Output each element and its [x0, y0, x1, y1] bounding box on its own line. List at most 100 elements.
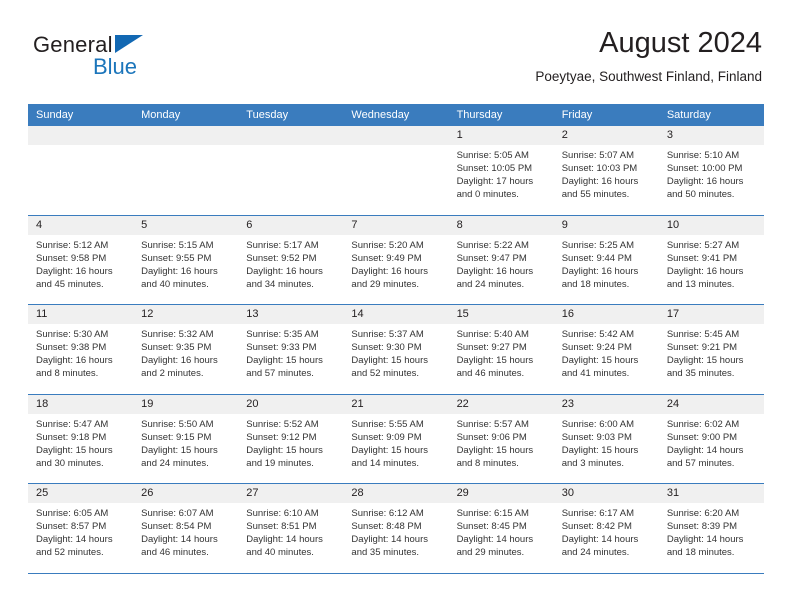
- daylight-text-line1: Daylight: 15 hours: [561, 355, 639, 367]
- day-cell[interactable]: 31 Sunrise: 6:20 AM Sunset: 8:39 PM Dayligh…: [658, 484, 764, 573]
- day-details: Sunrise: 5:55 AM Sunset: 9:09 PM Daylight:…: [343, 414, 448, 470]
- sunrise-text: Sunrise: 5:12 AM: [36, 239, 109, 251]
- daylight-text-line2: and 35 minutes.: [351, 547, 420, 559]
- day-cell[interactable]: 15 Sunrise: 5:40 AM Sunset: 9:27 PM Dayligh…: [448, 305, 554, 394]
- day-number: 22: [448, 394, 554, 414]
- day-number: 30: [553, 484, 659, 503]
- day-cell[interactable]: 21 Sunrise: 5:55 AM Sunset: 9:09 PM Dayligh…: [343, 394, 449, 484]
- day-details: Sunrise: 5:40 AM Sunset: 9:27 PM Daylight:…: [449, 324, 554, 380]
- day-cell[interactable]: 17 Sunrise: 5:45 AM Sunset: 9:21 PM Dayligh…: [658, 305, 764, 394]
- day-cell[interactable]: 13 Sunrise: 5:35 AM Sunset: 9:33 PM Dayligh…: [238, 305, 344, 394]
- logo-triangle-icon: [115, 35, 143, 53]
- day-cell[interactable]: 22 Sunrise: 5:57 AM Sunset: 9:06 PM Dayligh…: [448, 394, 554, 484]
- sunset-text: Sunset: 9:18 PM: [36, 431, 107, 443]
- day-number: 7: [343, 215, 449, 235]
- weekday-header-saturday: Saturday: [666, 109, 711, 121]
- day-cell[interactable]: 6 Sunrise: 5:17 AM Sunset: 9:52 PM Daylight…: [238, 215, 344, 305]
- sunrise-text: Sunrise: 5:52 AM: [246, 418, 319, 430]
- week-row: 18 Sunrise: 5:47 AM Sunset: 9:18 PM Dayligh…: [28, 394, 764, 484]
- sunrise-text: Sunrise: 6:10 AM: [246, 508, 319, 519]
- day-cell[interactable]: 26 Sunrise: 6:07 AM Sunset: 8:54 PM Dayligh…: [133, 484, 239, 573]
- day-cell[interactable]: 18 Sunrise: 5:47 AM Sunset: 9:18 PM Dayligh…: [28, 394, 134, 484]
- day-details: Sunrise: 5:12 AM Sunset: 9:58 PM Daylight:…: [28, 235, 133, 291]
- day-number: [343, 126, 449, 145]
- day-cell[interactable]: 5 Sunrise: 5:15 AM Sunset: 9:55 PM Daylight…: [133, 215, 239, 305]
- day-number: 28: [343, 484, 449, 503]
- day-cell[interactable]: 12 Sunrise: 5:32 AM Sunset: 9:35 PM Dayligh…: [133, 305, 239, 394]
- day-cell[interactable]: 16 Sunrise: 5:42 AM Sunset: 9:24 PM Dayligh…: [553, 305, 659, 394]
- day-cell[interactable]: 3 Sunrise: 5:10 AM Sunset: 10:00 PM Dayligh…: [658, 126, 764, 215]
- sunset-text: Sunset: 9:21 PM: [666, 342, 738, 354]
- day-number: 8: [448, 215, 554, 235]
- daylight-text-line1: Daylight: 16 hours: [666, 265, 744, 277]
- day-cell[interactable]: 19 Sunrise: 5:50 AM Sunset: 9:15 PM Dayligh…: [133, 394, 239, 484]
- day-cell[interactable]: 25 Sunrise: 6:05 AM Sunset: 8:57 PM Dayligh…: [28, 484, 134, 573]
- day-cell[interactable]: 14 Sunrise: 5:37 AM Sunset: 9:30 PM Dayligh…: [343, 305, 449, 394]
- sunrise-text: Sunrise: 5:25 AM: [561, 239, 635, 251]
- day-cell[interactable]: 27 Sunrise: 6:10 AM Sunset: 8:51 PM Dayligh…: [238, 484, 344, 573]
- day-cell[interactable]: 30 Sunrise: 6:17 AM Sunset: 8:42 PM Dayligh…: [553, 484, 659, 573]
- general-blue-logo[interactable]: General Blue: [33, 32, 193, 88]
- day-cell[interactable]: 28 Sunrise: 6:12 AM Sunset: 8:48 PM Dayligh…: [343, 484, 449, 573]
- sunrise-text: Sunrise: 6:17 AM: [561, 508, 635, 519]
- daylight-text-line2: and 29 minutes.: [456, 547, 525, 559]
- daylight-text-line2: and 24 minutes.: [561, 547, 630, 559]
- day-details: Sunrise: 6:00 AM Sunset: 9:03 PM Daylight:…: [554, 414, 659, 470]
- sunset-text: Sunset: 9:24 PM: [561, 342, 632, 354]
- page-title: August 2024: [599, 27, 762, 59]
- daylight-text-line1: Daylight: 16 hours: [456, 265, 534, 277]
- daylight-text-line2: and 8 minutes.: [456, 457, 519, 469]
- day-cell[interactable]: 8 Sunrise: 5:22 AM Sunset: 9:47 PM Daylight…: [448, 215, 554, 305]
- daylight-text-line1: Daylight: 16 hours: [36, 355, 113, 367]
- day-details: Sunrise: 5:47 AM Sunset: 9:18 PM Daylight:…: [28, 414, 133, 470]
- daylight-text-line2: and 18 minutes.: [561, 278, 630, 290]
- day-details: Sunrise: 5:10 AM Sunset: 10:00 PM Daylight…: [659, 145, 764, 201]
- weekday-header-tuesday: Tuesday: [246, 109, 289, 121]
- sunset-text: Sunset: 8:45 PM: [456, 521, 527, 533]
- day-number: 21: [343, 394, 449, 414]
- day-cell[interactable]: 1 Sunrise: 5:05 AM Sunset: 10:05 PM Dayligh…: [448, 126, 554, 215]
- sunrise-text: Sunrise: 5:10 AM: [666, 150, 740, 161]
- daylight-text-line1: Daylight: 16 hours: [561, 176, 639, 188]
- day-cell[interactable]: 9 Sunrise: 5:25 AM Sunset: 9:44 PM Daylight…: [553, 215, 659, 305]
- day-number: 26: [133, 484, 239, 503]
- daylight-text-line1: Daylight: 16 hours: [141, 355, 218, 367]
- day-details: Sunrise: 5:20 AM Sunset: 9:49 PM Daylight:…: [343, 235, 448, 291]
- day-cell[interactable]: 2 Sunrise: 5:07 AM Sunset: 10:03 PM Dayligh…: [553, 126, 659, 215]
- sunrise-text: Sunrise: 5:20 AM: [351, 239, 424, 251]
- day-number: 13: [238, 305, 344, 324]
- sunset-text: Sunset: 10:05 PM: [456, 163, 533, 175]
- day-cell[interactable]: 29 Sunrise: 6:15 AM Sunset: 8:45 PM Dayligh…: [448, 484, 554, 573]
- daylight-text-line1: Daylight: 14 hours: [456, 534, 534, 546]
- daylight-text-line1: Daylight: 14 hours: [561, 534, 639, 546]
- day-number: 23: [553, 394, 659, 414]
- daylight-text-line2: and 3 minutes.: [561, 457, 625, 469]
- sunset-text: Sunset: 9:35 PM: [141, 342, 212, 354]
- sunset-text: Sunset: 9:55 PM: [141, 252, 212, 264]
- sunrise-text: Sunrise: 5:50 AM: [141, 418, 214, 430]
- daylight-text-line1: Daylight: 15 hours: [351, 444, 428, 456]
- sunrise-text: Sunrise: 6:15 AM: [456, 508, 529, 519]
- daylight-text-line1: Daylight: 14 hours: [141, 534, 218, 546]
- day-cell[interactable]: 20 Sunrise: 5:52 AM Sunset: 9:12 PM Dayligh…: [238, 394, 344, 484]
- sunrise-text: Sunrise: 5:27 AM: [666, 239, 740, 251]
- sunrise-text: Sunrise: 5:37 AM: [351, 329, 424, 340]
- day-number: 16: [553, 305, 659, 324]
- sunrise-text: Sunrise: 5:30 AM: [36, 329, 109, 340]
- day-cell[interactable]: 7 Sunrise: 5:20 AM Sunset: 9:49 PM Daylight…: [343, 215, 449, 305]
- sunset-text: Sunset: 9:00 PM: [666, 431, 738, 443]
- day-cell[interactable]: 4 Sunrise: 5:12 AM Sunset: 9:58 PM Daylight…: [28, 215, 134, 305]
- page-header: General Blue August 2024 Poeytyae, South…: [28, 26, 764, 96]
- sunrise-text: Sunrise: 6:12 AM: [351, 508, 424, 519]
- day-cell[interactable]: 23 Sunrise: 6:00 AM Sunset: 9:03 PM Dayligh…: [553, 394, 659, 484]
- day-cell[interactable]: 10 Sunrise: 5:27 AM Sunset: 9:41 PM Dayligh…: [658, 215, 764, 305]
- daylight-text-line1: Daylight: 17 hours: [456, 176, 534, 188]
- sunset-text: Sunset: 9:52 PM: [246, 252, 317, 264]
- day-cell[interactable]: 24 Sunrise: 6:02 AM Sunset: 9:00 PM Dayligh…: [658, 394, 764, 484]
- day-details: Sunrise: 6:20 AM Sunset: 8:39 PM Daylight:…: [659, 503, 764, 559]
- daylight-text-line1: Daylight: 15 hours: [351, 355, 428, 367]
- day-cell[interactable]: 11 Sunrise: 5:30 AM Sunset: 9:38 PM Dayligh…: [28, 305, 134, 394]
- sunset-text: Sunset: 9:06 PM: [456, 431, 527, 443]
- day-details: Sunrise: 6:02 AM Sunset: 9:00 PM Daylight:…: [659, 414, 764, 470]
- sunrise-text: Sunrise: 6:20 AM: [666, 508, 740, 519]
